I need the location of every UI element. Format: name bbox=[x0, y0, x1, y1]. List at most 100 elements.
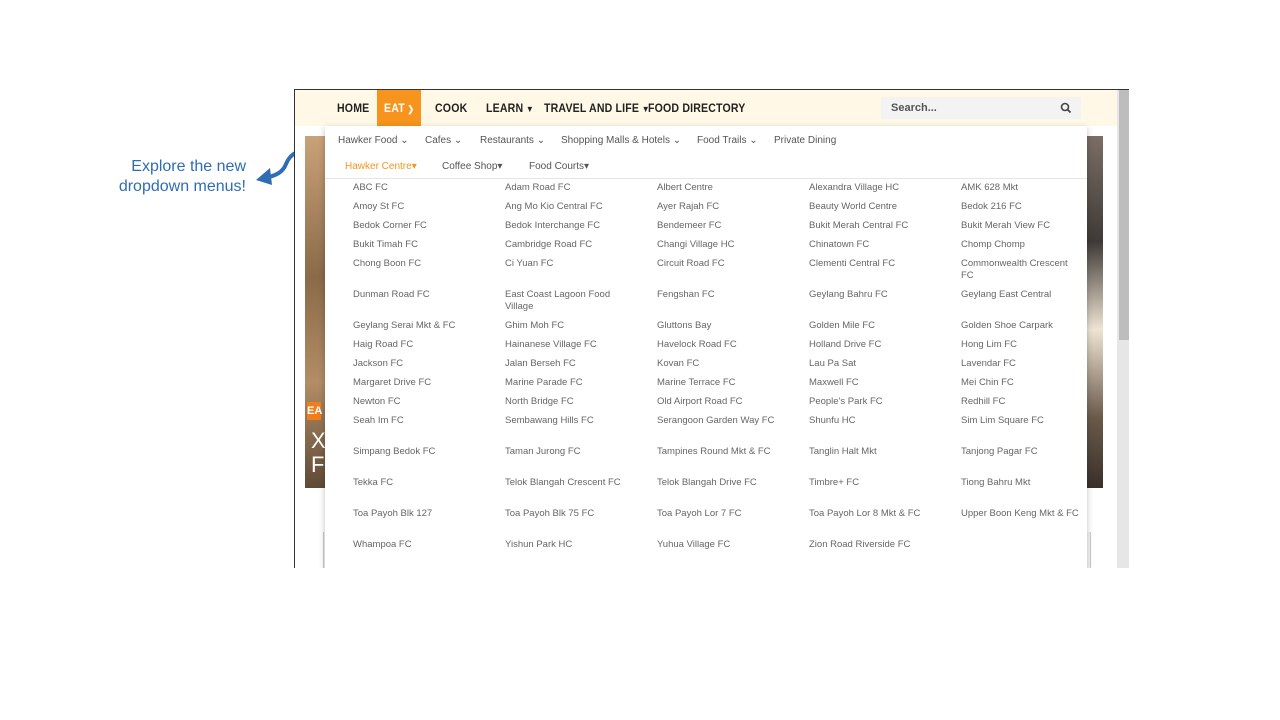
hawker-centre-link[interactable]: Geylang Serai Mkt & FC bbox=[353, 320, 473, 332]
nav-item-eat[interactable]: EAT ❯ bbox=[377, 90, 422, 126]
hawker-centre-link[interactable]: ABC FC bbox=[353, 182, 473, 194]
hawker-centre-link[interactable]: Fengshan FC bbox=[657, 289, 777, 301]
page-scrollbar[interactable] bbox=[1117, 90, 1129, 568]
hawker-centre-link[interactable]: People's Park FC bbox=[809, 396, 929, 408]
nav-item-travel-and-life[interactable]: TRAVEL AND LIFE ▼ bbox=[544, 90, 650, 126]
hawker-centre-link[interactable]: Chong Boon FC bbox=[353, 258, 473, 270]
hawker-centre-link[interactable]: Redhill FC bbox=[961, 396, 1081, 408]
hawker-centre-link[interactable]: Hainanese Village FC bbox=[505, 339, 625, 351]
hawker-centre-link[interactable]: Circuit Road FC bbox=[657, 258, 777, 270]
hawker-centre-link[interactable]: Zion Road Riverside FC bbox=[809, 539, 929, 551]
hawker-centre-link[interactable]: Tiong Bahru Mkt bbox=[961, 477, 1081, 489]
hawker-centre-link[interactable]: Tampines Round Mkt & FC bbox=[657, 446, 777, 458]
hawker-centre-link[interactable]: Ang Mo Kio Central FC bbox=[505, 201, 625, 213]
hawker-centre-link[interactable]: Toa Payoh Blk 127 bbox=[353, 508, 473, 520]
hawker-centre-link[interactable]: Marine Terrace FC bbox=[657, 377, 777, 389]
scrollbar-thumb[interactable] bbox=[1119, 90, 1129, 340]
submenu-cafes[interactable]: Cafes ⌄ bbox=[425, 126, 462, 156]
submenu-hawker-food[interactable]: Hawker Food ⌄ bbox=[338, 126, 409, 156]
hawker-centre-link[interactable]: Lavendar FC bbox=[961, 358, 1081, 370]
hawker-centre-link[interactable]: Whampoa FC bbox=[353, 539, 473, 551]
hawker-centre-link[interactable]: North Bridge FC bbox=[505, 396, 625, 408]
hawker-centre-link[interactable]: Timbre+ FC bbox=[809, 477, 929, 489]
hawker-centre-link[interactable]: Geylang Bahru FC bbox=[809, 289, 929, 301]
hawker-centre-link[interactable]: Changi Village HC bbox=[657, 239, 777, 251]
hawker-centre-link[interactable]: Yuhua Village FC bbox=[657, 539, 777, 551]
hawker-centre-link[interactable]: Havelock Road FC bbox=[657, 339, 777, 351]
hawker-centre-link[interactable]: Tanjong Pagar FC bbox=[961, 446, 1081, 458]
hawker-centre-link[interactable]: Jackson FC bbox=[353, 358, 473, 370]
hawker-centre-link[interactable]: Dunman Road FC bbox=[353, 289, 473, 301]
hawker-centre-link[interactable]: Seah Im FC bbox=[353, 415, 473, 427]
hawker-centre-link[interactable]: Alexandra Village HC bbox=[809, 182, 929, 194]
hawker-centre-link[interactable]: Gluttons Bay bbox=[657, 320, 777, 332]
hawker-centre-link[interactable]: Ci Yuan FC bbox=[505, 258, 625, 270]
hawker-centre-link[interactable]: Bukit Timah FC bbox=[353, 239, 473, 251]
hawker-centre-link[interactable]: East Coast Lagoon Food Village bbox=[505, 289, 625, 313]
hawker-centre-link[interactable]: Kovan FC bbox=[657, 358, 777, 370]
hawker-centre-link[interactable]: Tanglin Halt Mkt bbox=[809, 446, 929, 458]
hawker-centre-link[interactable]: Mei Chin FC bbox=[961, 377, 1081, 389]
hawker-centre-link[interactable]: Haig Road FC bbox=[353, 339, 473, 351]
hawker-centre-link[interactable]: Telok Blangah Drive FC bbox=[657, 477, 777, 489]
hawker-centre-link[interactable]: Simpang Bedok FC bbox=[353, 446, 473, 458]
hawker-centre-link[interactable]: Telok Blangah Crescent FC bbox=[505, 477, 625, 489]
hawker-centre-link[interactable]: Old Airport Road FC bbox=[657, 396, 777, 408]
hawker-centre-link[interactable]: Bukit Merah Central FC bbox=[809, 220, 929, 232]
hawker-centre-link[interactable]: Hong Lim FC bbox=[961, 339, 1081, 351]
hawker-centre-link[interactable]: Golden Mile FC bbox=[809, 320, 929, 332]
hawker-centre-link[interactable]: Shunfu HC bbox=[809, 415, 929, 427]
hawker-centre-link[interactable]: Taman Jurong FC bbox=[505, 446, 625, 458]
hawker-centre-link[interactable]: Serangoon Garden Way FC bbox=[657, 415, 777, 427]
hawker-centre-link[interactable]: Yishun Park HC bbox=[505, 539, 625, 551]
search-icon[interactable] bbox=[1059, 101, 1073, 115]
nav-item-food-directory[interactable]: FOOD DIRECTORY bbox=[648, 90, 746, 126]
submenu-food-trails[interactable]: Food Trails ⌄ bbox=[697, 126, 758, 156]
hawker-centre-link[interactable]: Golden Shoe Carpark bbox=[961, 320, 1081, 332]
hawker-centre-link[interactable]: Sembawang Hills FC bbox=[505, 415, 625, 427]
hawker-centre-link[interactable]: Ayer Rajah FC bbox=[657, 201, 777, 213]
hawker-centre-link[interactable]: AMK 628 Mkt bbox=[961, 182, 1081, 194]
hawker-centre-link[interactable]: Marine Parade FC bbox=[505, 377, 625, 389]
submenu-restaurants[interactable]: Restaurants ⌄ bbox=[480, 126, 545, 156]
nav-item-cook[interactable]: COOK bbox=[435, 90, 467, 126]
background-badge: EA bbox=[307, 402, 322, 420]
search-input[interactable] bbox=[881, 97, 1061, 119]
hawker-centre-link[interactable]: Chomp Chomp bbox=[961, 239, 1081, 251]
hawker-centre-link[interactable]: Bedok Corner FC bbox=[353, 220, 473, 232]
hawker-centre-link[interactable]: Amoy St FC bbox=[353, 201, 473, 213]
submenu-food-courts[interactable]: Food Courts▾ bbox=[529, 156, 589, 178]
hawker-centre-link[interactable]: Bukit Merah View FC bbox=[961, 220, 1081, 232]
hawker-centre-link[interactable]: Geylang East Central bbox=[961, 289, 1081, 301]
hawker-centre-link[interactable]: Chinatown FC bbox=[809, 239, 929, 251]
submenu-shopping-malls-hotels[interactable]: Shopping Malls & Hotels ⌄ bbox=[561, 126, 681, 156]
hawker-centre-link[interactable]: Holland Drive FC bbox=[809, 339, 929, 351]
hawker-centre-link[interactable]: Bedok Interchange FC bbox=[505, 220, 625, 232]
hawker-centre-link[interactable]: Bedok 216 FC bbox=[961, 201, 1081, 213]
nav-item-learn[interactable]: LEARN ▼ bbox=[486, 90, 534, 126]
hawker-centre-link[interactable]: Beauty World Centre bbox=[809, 201, 929, 213]
submenu-coffee-shop[interactable]: Coffee Shop▾ bbox=[442, 156, 502, 178]
hawker-centre-link[interactable]: Toa Payoh Lor 7 FC bbox=[657, 508, 777, 520]
hawker-centre-link[interactable]: Tekka FC bbox=[353, 477, 473, 489]
hawker-centre-link[interactable]: Toa Payoh Blk 75 FC bbox=[505, 508, 625, 520]
hawker-centre-link[interactable]: Toa Payoh Lor 8 Mkt & FC bbox=[809, 508, 929, 520]
hawker-centre-link[interactable]: Upper Boon Keng Mkt & FC bbox=[961, 508, 1081, 520]
nav-item-home[interactable]: HOME bbox=[337, 90, 369, 126]
hawker-centre-link[interactable]: Cambridge Road FC bbox=[505, 239, 625, 251]
hawker-centre-link[interactable]: Bendemeer FC bbox=[657, 220, 777, 232]
hawker-centre-link[interactable]: Albert Centre bbox=[657, 182, 777, 194]
hawker-centre-link[interactable]: Jalan Berseh FC bbox=[505, 358, 625, 370]
chevron-down-icon: ⌄ bbox=[453, 135, 463, 146]
hawker-centre-link[interactable]: Lau Pa Sat bbox=[809, 358, 929, 370]
hawker-centre-link[interactable]: Adam Road FC bbox=[505, 182, 625, 194]
hawker-centre-link[interactable]: Clementi Central FC bbox=[809, 258, 929, 270]
hawker-centre-link[interactable]: Margaret Drive FC bbox=[353, 377, 473, 389]
submenu-hawker-centre[interactable]: Hawker Centre▾ bbox=[345, 156, 417, 178]
hawker-centre-link[interactable]: Commonwealth Crescent FC bbox=[961, 258, 1081, 282]
hawker-centre-link[interactable]: Ghim Moh FC bbox=[505, 320, 625, 332]
hawker-centre-link[interactable]: Sim Lim Square FC bbox=[961, 415, 1081, 427]
hawker-centre-link[interactable]: Maxwell FC bbox=[809, 377, 929, 389]
hawker-centre-link[interactable]: Newton FC bbox=[353, 396, 473, 408]
submenu-private-dining[interactable]: Private Dining bbox=[774, 126, 836, 156]
